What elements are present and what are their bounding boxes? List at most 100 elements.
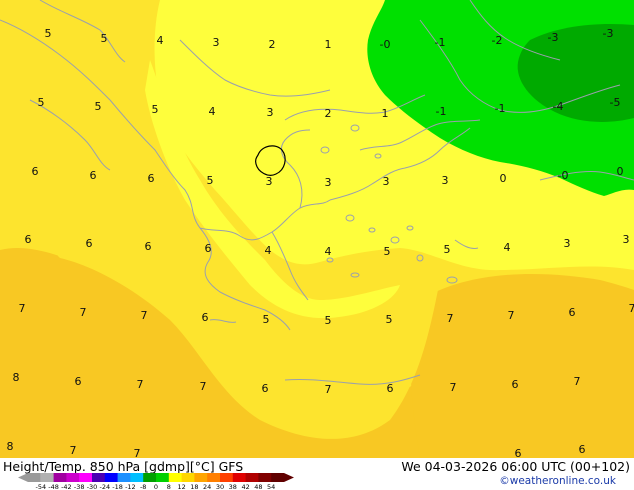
temp-value-label: 3	[266, 175, 273, 188]
color-scale-tick-label: -24	[99, 483, 110, 490]
temp-value-label: 4	[157, 34, 164, 47]
map-canvas: 5 5 4 3 2 1 -0 -1 -2 -3 -3 5 5 5 4 3 2 1 -1 -1 -4 -5 6 6 6 5 3 3 3 3 0…	[0, 0, 634, 458]
color-scale-swatch	[168, 473, 183, 482]
temp-value-label: -1	[495, 102, 506, 115]
temp-value-label: 3	[442, 174, 449, 187]
temp-value-label: 5	[263, 313, 270, 326]
temp-value-label: 6	[579, 443, 586, 456]
color-scale-tick-label: 48	[254, 483, 262, 490]
color-scale-swatch	[130, 473, 144, 482]
weather-map[interactable]: 5 5 4 3 2 1 -0 -1 -2 -3 -3 5 5 5 4 3 2 1 -1 -1 -4 -5 6 6 6 5 3 3 3 3 0…	[0, 0, 634, 458]
temp-value-label: 8	[7, 440, 14, 453]
color-scale-tick-label: -48	[48, 483, 59, 490]
temp-value-label: 5	[207, 174, 214, 187]
temp-value-label: 5	[152, 103, 159, 116]
temp-value-label: 7	[447, 312, 454, 325]
color-scale-tick-label: 18	[190, 483, 198, 490]
temp-value-label: 5	[95, 100, 102, 113]
temp-value-label: 6	[262, 382, 269, 395]
temp-value-label: 3	[325, 176, 332, 189]
color-scale-swatch	[181, 473, 195, 482]
temp-value-label: 6	[25, 233, 32, 246]
temp-value-label: 7	[508, 309, 515, 322]
temp-value-label: 6	[90, 169, 97, 182]
temp-value-label: 8	[13, 371, 20, 384]
temp-value-label: -3	[548, 31, 559, 44]
color-scale-swatch	[66, 473, 80, 482]
temp-value-label: -4	[553, 100, 564, 113]
temp-value-label: 6	[32, 165, 39, 178]
color-scale-swatch	[92, 473, 106, 482]
color-scale-tick-label: -30	[87, 483, 98, 490]
temp-value-label: -1	[435, 36, 446, 49]
color-scale-tick-label: -18	[112, 483, 123, 490]
temp-value-label: 7	[70, 444, 77, 457]
footer-bar: Height/Temp. 850 hPa [gdmp][°C] GFS We 0…	[0, 458, 634, 490]
temp-value-label: 7	[19, 302, 26, 315]
color-scale-tick-label: 30	[216, 483, 224, 490]
temp-value-label: 6	[145, 240, 152, 253]
color-scale-svg: -54 -48 -42 -38 -30 -24 -18 -12 -8 0 8 12 18 24 30 38 42…	[18, 473, 294, 490]
color-scale-tick-label: -42	[61, 483, 72, 490]
temp-value-label: 1	[382, 107, 389, 120]
temp-value-label: 0	[617, 165, 624, 178]
temp-value-label: 6	[148, 172, 155, 185]
temp-value-label: -1	[436, 105, 447, 118]
temp-value-label: 7	[134, 447, 141, 458]
credit-link[interactable]: ©weatheronline.co.uk	[499, 475, 616, 487]
temp-value-label: 2	[325, 107, 332, 120]
temp-value-label: 3	[267, 106, 274, 119]
temp-value-label: 7	[80, 306, 87, 319]
temp-band-8-12-east	[410, 274, 634, 458]
color-scale-swatch	[18, 473, 41, 482]
color-scale-swatch	[53, 473, 67, 482]
color-scale-tick-label: 12	[177, 483, 185, 490]
color-scale-tick-label: 54	[267, 483, 275, 490]
temp-value-label: 3	[213, 36, 220, 49]
temp-value-label: 7	[325, 383, 332, 396]
color-scale-swatch	[79, 473, 93, 482]
color-scale-tick-label: 38	[229, 483, 237, 490]
color-scale-swatch	[271, 473, 294, 482]
temp-value-label: 4	[504, 241, 511, 254]
temp-value-label: -2	[492, 34, 503, 47]
color-scale-swatch	[220, 473, 234, 482]
color-scale-tick-label: -12	[125, 483, 136, 490]
temp-value-label: 7	[200, 380, 207, 393]
color-scale-swatch	[156, 473, 170, 482]
temp-value-label: -5	[610, 96, 621, 109]
temp-value-label: 7	[629, 302, 634, 315]
color-scale-swatch	[245, 473, 259, 482]
color-scale-ticks: -54 -48 -42 -38 -30 -24 -18 -12 -8 0 8 12 18 24 30 38 42…	[35, 483, 275, 490]
temp-value-label: 5	[38, 96, 45, 109]
color-scale-swatch	[232, 473, 247, 482]
color-scale-swatch	[40, 473, 55, 482]
color-scale-tick-label: 0	[154, 483, 158, 490]
temp-value-label: 7	[141, 309, 148, 322]
color-scale-tick-label: -8	[140, 483, 146, 490]
temp-value-label: 5	[444, 243, 451, 256]
temp-value-label: 7	[574, 375, 581, 388]
color-scale-tick-label: 42	[241, 483, 249, 490]
color-scale-tick-label: 8	[167, 483, 171, 490]
color-scale-swatch	[194, 473, 208, 482]
color-scale-tick-label: -54	[35, 483, 46, 490]
temp-value-label: -0	[558, 169, 569, 182]
temp-value-label: 4	[325, 245, 332, 258]
temp-value-label: 6	[387, 382, 394, 395]
temp-value-label: 6	[205, 242, 212, 255]
temp-value-label: 5	[325, 314, 332, 327]
temp-value-label: 6	[512, 378, 519, 391]
temp-value-label: 6	[86, 237, 93, 250]
color-scale-legend: -54 -48 -42 -38 -30 -24 -18 -12 -8 0 8 12 18 24 30 38 42…	[18, 473, 294, 490]
temp-value-label: -0	[380, 38, 391, 51]
temp-value-label: 3	[564, 237, 571, 250]
temp-value-label: 3	[623, 233, 630, 246]
temp-value-label: 5	[384, 245, 391, 258]
temp-value-label: 6	[202, 311, 209, 324]
temp-value-label: 6	[569, 306, 576, 319]
temp-value-label: 5	[101, 32, 108, 45]
temp-value-label: 3	[383, 175, 390, 188]
color-scale-tick-label: 24	[203, 483, 211, 490]
temp-value-label: 4	[265, 244, 272, 257]
